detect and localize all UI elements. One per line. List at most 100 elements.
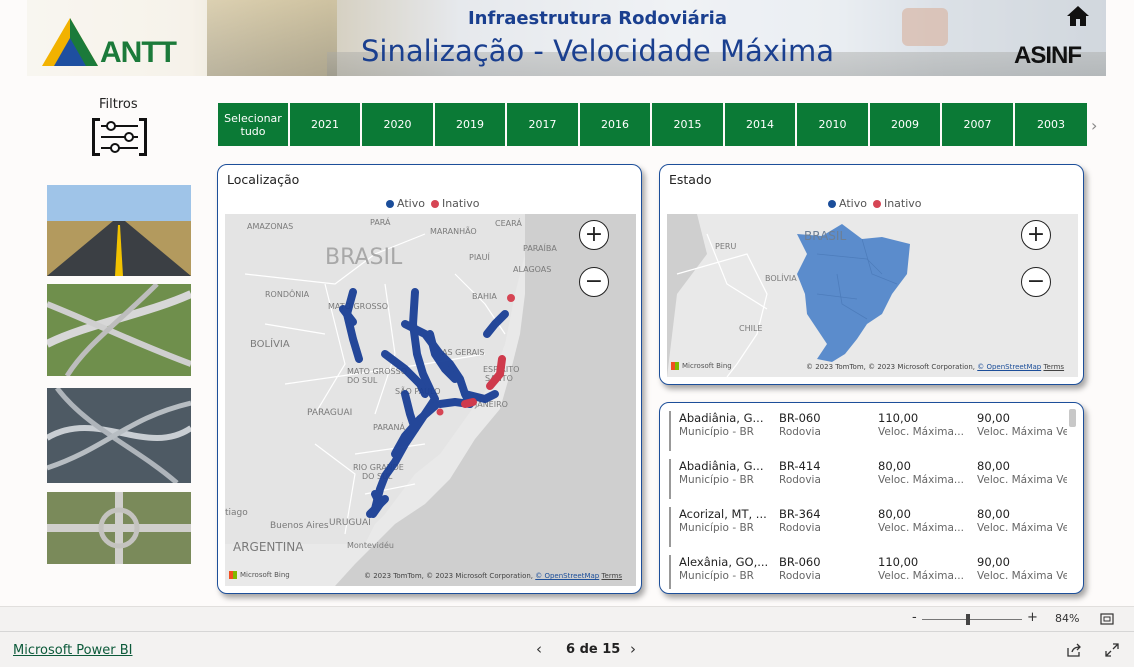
state-map[interactable]: PERU BOLÍVIA CHILE BRASIL bbox=[667, 214, 1078, 377]
year-button-2007[interactable]: 2007 bbox=[942, 103, 1013, 146]
year-button-2020[interactable]: 2020 bbox=[362, 103, 433, 146]
page-indicator: 6 de 15 bbox=[566, 642, 621, 657]
highway-label: Rodovia bbox=[779, 570, 821, 582]
speed-table-card: Abadiânia, G... Município - BR BR-060 Rodo… bbox=[659, 402, 1084, 594]
filters-label: Filtros bbox=[99, 97, 138, 112]
map-label-argentina: ARGENTINA bbox=[233, 540, 304, 554]
interchange-thumbnail-1[interactable] bbox=[47, 284, 191, 376]
max-speed-label: Veloc. Máxima... bbox=[878, 426, 964, 438]
map-label-montevideu: Montevidéu bbox=[347, 540, 394, 550]
location-legend: Ativo Inativo bbox=[386, 197, 480, 210]
municipality-label: Município - BR bbox=[679, 474, 754, 486]
municipality-value: Abadiânia, G... bbox=[679, 411, 764, 425]
state-osm-link[interactable]: © OpenStreetMap bbox=[977, 363, 1041, 371]
location-zoom-in-button[interactable]: + bbox=[579, 220, 609, 250]
year-button-2014[interactable]: 2014 bbox=[725, 103, 795, 146]
map-label-maranhao: MARANHÃO bbox=[430, 226, 477, 236]
table-row[interactable]: Abadiânia, G... Município - BR BR-060 Rodo… bbox=[669, 411, 1067, 451]
zoom-slider-thumb[interactable] bbox=[966, 614, 970, 625]
vehicle-max-speed-value: 90,00 bbox=[977, 555, 1010, 569]
location-card-title: Localização bbox=[227, 172, 300, 187]
inactive-point bbox=[507, 294, 515, 302]
table-row[interactable]: Alexânia, GO,... Município - BR BR-060 Rod… bbox=[669, 555, 1067, 589]
highway-value: BR-060 bbox=[779, 555, 821, 569]
year-button-2009[interactable]: 2009 bbox=[870, 103, 940, 146]
vehicle-max-speed-label: Veloc. Máxima Veí... bbox=[977, 474, 1067, 486]
map-label-ms-2: DO SUL bbox=[347, 376, 378, 385]
state-terms-link[interactable]: Terms bbox=[1043, 363, 1064, 371]
year-button-2019[interactable]: 2019 bbox=[435, 103, 505, 146]
max-speed-label: Veloc. Máxima... bbox=[878, 474, 964, 486]
fullscreen-icon[interactable] bbox=[1105, 643, 1119, 657]
state-zoom-out-button[interactable]: − bbox=[1021, 267, 1051, 297]
location-osm-link[interactable]: © OpenStreetMap bbox=[535, 572, 599, 580]
page-title: Sinalização - Velocidade Máxima bbox=[361, 34, 834, 68]
max-speed-value: 80,00 bbox=[878, 507, 911, 521]
year-button-2017[interactable]: 2017 bbox=[507, 103, 578, 146]
share-icon[interactable] bbox=[1067, 643, 1082, 657]
municipality-value: Alexânia, GO,... bbox=[679, 555, 767, 569]
map-label-piaui: PIAUÍ bbox=[469, 251, 491, 262]
previous-page-icon[interactable]: ‹ bbox=[536, 640, 542, 658]
year-select-all-button[interactable]: Selecionar tudo bbox=[218, 103, 288, 146]
vehicle-max-speed-label: Veloc. Máxima Veí... bbox=[977, 426, 1067, 438]
home-icon[interactable] bbox=[1066, 5, 1090, 27]
map-label-paraiba: PARAÍBA bbox=[523, 242, 557, 253]
year-slicer: Selecionar tudo 2021 2020 2019 2017 2016… bbox=[218, 103, 1089, 146]
year-button-2010[interactable]: 2010 bbox=[797, 103, 868, 146]
location-map-card: Localização Ativo Inativo AMAZONAS PARÁ … bbox=[217, 164, 642, 594]
fit-to-page-icon[interactable] bbox=[1100, 613, 1114, 625]
legend-dot-ativo bbox=[386, 199, 394, 208]
legend-inativo: Inativo bbox=[441, 197, 480, 210]
map-label-paraguai: PARAGUAI bbox=[307, 408, 352, 418]
year-button-2021[interactable]: 2021 bbox=[290, 103, 360, 146]
year-button-2016[interactable]: 2016 bbox=[580, 103, 650, 146]
highway-value: BR-364 bbox=[779, 507, 821, 521]
highway-label: Rodovia bbox=[779, 426, 821, 438]
map-label-amazonas: AMAZONAS bbox=[247, 222, 293, 231]
zoom-in-button[interactable]: + bbox=[1027, 610, 1038, 625]
state-card-title: Estado bbox=[669, 172, 712, 187]
map-label-parana: PARANÁ bbox=[373, 421, 405, 432]
table-row[interactable]: Abadiânia, G... Município - BR BR-414 Rodo… bbox=[669, 459, 1067, 499]
state-map-card: Estado Ativo Inativo PERU BOLÍVIA CHILE … bbox=[659, 164, 1084, 385]
interchange-thumbnail-3[interactable] bbox=[47, 492, 191, 564]
legend-dot-inativo bbox=[430, 199, 439, 208]
next-page-icon[interactable]: › bbox=[630, 640, 636, 658]
inactive-point bbox=[436, 408, 444, 416]
zoom-slider-track[interactable] bbox=[922, 619, 1022, 620]
location-bing-logo: Microsoft Bing bbox=[229, 571, 290, 579]
table-scrollbar[interactable] bbox=[1069, 409, 1076, 427]
state-bing-logo: Microsoft Bing bbox=[671, 362, 732, 370]
state-zoom-in-button[interactable]: + bbox=[1021, 220, 1051, 250]
year-button-2003[interactable]: 2003 bbox=[1015, 103, 1087, 146]
map-label-alagoas: ALAGOAS bbox=[513, 265, 551, 274]
map-label-buenos-aires: Buenos Aires bbox=[270, 521, 329, 531]
filter-sliders-icon[interactable] bbox=[91, 117, 148, 157]
location-terms-link[interactable]: Terms bbox=[601, 572, 622, 580]
year-button-2015[interactable]: 2015 bbox=[652, 103, 723, 146]
page-subtitle: Infraestrutura Rodoviária bbox=[467, 8, 727, 29]
interchange-thumbnail-2[interactable] bbox=[47, 388, 191, 483]
road-thumbnail[interactable] bbox=[47, 185, 191, 276]
highway-value: BR-060 bbox=[779, 411, 821, 425]
location-zoom-out-button[interactable]: − bbox=[579, 267, 609, 297]
state-map-label-brasil: BRASIL bbox=[804, 229, 846, 243]
map-label-minas: AS GERAIS bbox=[442, 348, 485, 357]
map-label-ceara: CEARÁ bbox=[495, 217, 522, 228]
map-label-mato-grosso: MATO GROSSO bbox=[328, 302, 388, 311]
legend-inativo: Inativo bbox=[883, 197, 922, 210]
state-map-credit: © 2023 TomTom, © 2023 Microsoft Corporat… bbox=[806, 363, 1065, 371]
powerbi-link[interactable]: Microsoft Power BI bbox=[13, 643, 132, 658]
state-legend: Ativo Inativo bbox=[828, 197, 922, 210]
chevron-right-icon[interactable]: › bbox=[1091, 116, 1097, 135]
powerbi-footer: Microsoft Power BI ‹ 6 de 15 › bbox=[0, 631, 1134, 667]
zoom-bar: - + 84% bbox=[0, 606, 1134, 631]
table-row[interactable]: Acorizal, MT, ... Município - BR BR-364 Ro… bbox=[669, 507, 1067, 547]
zoom-level: 84% bbox=[1055, 612, 1080, 625]
location-map[interactable]: AMAZONAS PARÁ MARANHÃO CEARÁ PARAÍBA PIA… bbox=[225, 214, 636, 586]
zoom-out-button[interactable]: - bbox=[912, 610, 917, 625]
max-speed-value: 80,00 bbox=[878, 459, 911, 473]
legend-dot-ativo bbox=[828, 199, 836, 208]
max-speed-value: 110,00 bbox=[878, 555, 919, 569]
